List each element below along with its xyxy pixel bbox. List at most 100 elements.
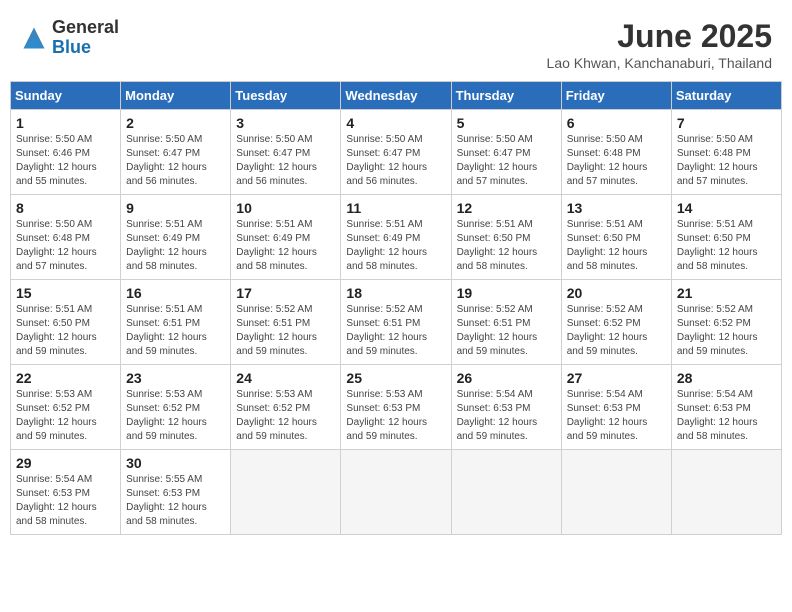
day-info-9: Sunrise: 5:51 AMSunset: 6:49 PMDaylight:…	[126, 218, 225, 274]
day-number-23: 23	[126, 370, 225, 386]
logo: General Blue	[20, 18, 119, 58]
day-number-6: 6	[567, 115, 666, 131]
day-number-11: 11	[346, 200, 445, 216]
header-wednesday: Wednesday	[341, 82, 451, 110]
day-number-24: 24	[236, 370, 335, 386]
day-cell-27: 27Sunrise: 5:54 AMSunset: 6:53 PMDayligh…	[561, 365, 671, 450]
day-number-21: 21	[677, 285, 776, 301]
day-cell-20: 20 Sunrise: 5:52 AMSunset: 6:52 PMDayligh…	[561, 280, 671, 365]
day-cell-null	[671, 450, 781, 535]
day-cell-18: 18Sunrise: 5:52 AMSunset: 6:51 PMDayligh…	[341, 280, 451, 365]
day-number-29: 29	[16, 455, 115, 471]
day-cell-null	[451, 450, 561, 535]
logo-blue: Blue	[52, 38, 119, 58]
calendar-body: 1 Sunrise: 5:50 AMSunset: 6:46 PMDaylight…	[11, 110, 782, 535]
day-cell-null	[341, 450, 451, 535]
day-info-8: Sunrise: 5:50 AMSunset: 6:48 PMDaylight:…	[16, 218, 115, 274]
day-info-1: Sunrise: 5:50 AMSunset: 6:46 PMDaylight:…	[16, 133, 115, 189]
logo-general: General	[52, 18, 119, 38]
day-number-22: 22	[16, 370, 115, 386]
day-cell-14: 14Sunrise: 5:51 AMSunset: 6:50 PMDayligh…	[671, 195, 781, 280]
day-info-7: Sunrise: 5:50 AMSunset: 6:48 PMDaylight:…	[677, 133, 776, 189]
day-cell-8: 8 Sunrise: 5:50 AMSunset: 6:48 PMDaylight…	[11, 195, 121, 280]
day-cell-10: 10 Sunrise: 5:51 AMSunset: 6:49 PMDayligh…	[231, 195, 341, 280]
day-cell-26: 26 Sunrise: 5:54 AMSunset: 6:53 PMDayligh…	[451, 365, 561, 450]
header-saturday: Saturday	[671, 82, 781, 110]
day-info-11: Sunrise: 5:51 AMSunset: 6:49 PMDaylight:…	[346, 218, 445, 274]
day-number-5: 5	[457, 115, 556, 131]
day-info-18: Sunrise: 5:52 AMSunset: 6:51 PMDaylight:…	[346, 303, 445, 359]
day-cell-30: 30 Sunrise: 5:55 AMSunset: 6:53 PMDayligh…	[121, 450, 231, 535]
calendar: Sunday Monday Tuesday Wednesday Thursday…	[10, 81, 782, 535]
day-cell-2: 2Sunrise: 5:50 AMSunset: 6:47 PMDaylight…	[121, 110, 231, 195]
day-cell-12: 12 Sunrise: 5:51 AMSunset: 6:50 PMDayligh…	[451, 195, 561, 280]
day-number-7: 7	[677, 115, 776, 131]
day-cell-null	[231, 450, 341, 535]
subtitle: Lao Khwan, Kanchanaburi, Thailand	[547, 55, 772, 71]
day-info-15: Sunrise: 5:51 AMSunset: 6:50 PMDaylight:…	[16, 303, 115, 359]
day-number-17: 17	[236, 285, 335, 301]
day-info-16: Sunrise: 5:51 AMSunset: 6:51 PMDaylight:…	[126, 303, 225, 359]
day-cell-16: 16 Sunrise: 5:51 AMSunset: 6:51 PMDayligh…	[121, 280, 231, 365]
week-row-4: 22 Sunrise: 5:53 AMSunset: 6:52 PMDayligh…	[11, 365, 782, 450]
day-number-1: 1	[16, 115, 115, 131]
header-thursday: Thursday	[451, 82, 561, 110]
day-number-13: 13	[567, 200, 666, 216]
day-info-21: Sunrise: 5:52 AMSunset: 6:52 PMDaylight:…	[677, 303, 776, 359]
day-number-28: 28	[677, 370, 776, 386]
day-cell-21: 21 Sunrise: 5:52 AMSunset: 6:52 PMDayligh…	[671, 280, 781, 365]
day-cell-1: 1 Sunrise: 5:50 AMSunset: 6:46 PMDaylight…	[11, 110, 121, 195]
day-info-4: Sunrise: 5:50 AMSunset: 6:47 PMDaylight:…	[346, 133, 445, 189]
day-cell-11: 11 Sunrise: 5:51 AMSunset: 6:49 PMDayligh…	[341, 195, 451, 280]
day-cell-13: 13 Sunrise: 5:51 AMSunset: 6:50 PMDayligh…	[561, 195, 671, 280]
day-cell-4: 4Sunrise: 5:50 AMSunset: 6:47 PMDaylight…	[341, 110, 451, 195]
logo-text: General Blue	[52, 18, 119, 58]
calendar-header: Sunday Monday Tuesday Wednesday Thursday…	[11, 82, 782, 110]
day-info-13: Sunrise: 5:51 AMSunset: 6:50 PMDaylight:…	[567, 218, 666, 274]
day-number-8: 8	[16, 200, 115, 216]
day-cell-6: 6 Sunrise: 5:50 AMSunset: 6:48 PMDaylight…	[561, 110, 671, 195]
week-row-2: 8 Sunrise: 5:50 AMSunset: 6:48 PMDaylight…	[11, 195, 782, 280]
day-cell-3: 3 Sunrise: 5:50 AMSunset: 6:47 PMDaylight…	[231, 110, 341, 195]
title-area: June 2025 Lao Khwan, Kanchanaburi, Thail…	[547, 18, 772, 71]
day-number-10: 10	[236, 200, 335, 216]
week-row-5: 29 Sunrise: 5:54 AMSunset: 6:53 PMDayligh…	[11, 450, 782, 535]
day-cell-23: 23Sunrise: 5:53 AMSunset: 6:52 PMDayligh…	[121, 365, 231, 450]
day-info-28: Sunrise: 5:54 AMSunset: 6:53 PMDaylight:…	[677, 388, 776, 444]
day-info-20: Sunrise: 5:52 AMSunset: 6:52 PMDaylight:…	[567, 303, 666, 359]
day-number-27: 27	[567, 370, 666, 386]
day-number-3: 3	[236, 115, 335, 131]
day-info-5: Sunrise: 5:50 AMSunset: 6:47 PMDaylight:…	[457, 133, 556, 189]
logo-icon	[20, 24, 48, 52]
weekday-header-row: Sunday Monday Tuesday Wednesday Thursday…	[11, 82, 782, 110]
day-info-22: Sunrise: 5:53 AMSunset: 6:52 PMDaylight:…	[16, 388, 115, 444]
day-info-10: Sunrise: 5:51 AMSunset: 6:49 PMDaylight:…	[236, 218, 335, 274]
day-number-30: 30	[126, 455, 225, 471]
week-row-1: 1 Sunrise: 5:50 AMSunset: 6:46 PMDaylight…	[11, 110, 782, 195]
day-info-3: Sunrise: 5:50 AMSunset: 6:47 PMDaylight:…	[236, 133, 335, 189]
day-cell-25: 25Sunrise: 5:53 AMSunset: 6:53 PMDayligh…	[341, 365, 451, 450]
day-cell-15: 15Sunrise: 5:51 AMSunset: 6:50 PMDayligh…	[11, 280, 121, 365]
day-number-26: 26	[457, 370, 556, 386]
week-row-3: 15Sunrise: 5:51 AMSunset: 6:50 PMDayligh…	[11, 280, 782, 365]
header-friday: Friday	[561, 82, 671, 110]
day-number-12: 12	[457, 200, 556, 216]
day-number-19: 19	[457, 285, 556, 301]
day-info-25: Sunrise: 5:53 AMSunset: 6:53 PMDaylight:…	[346, 388, 445, 444]
header-tuesday: Tuesday	[231, 82, 341, 110]
day-cell-24: 24 Sunrise: 5:53 AMSunset: 6:52 PMDayligh…	[231, 365, 341, 450]
day-info-29: Sunrise: 5:54 AMSunset: 6:53 PMDaylight:…	[16, 473, 115, 529]
day-number-16: 16	[126, 285, 225, 301]
day-cell-19: 19Sunrise: 5:52 AMSunset: 6:51 PMDayligh…	[451, 280, 561, 365]
day-number-20: 20	[567, 285, 666, 301]
day-info-30: Sunrise: 5:55 AMSunset: 6:53 PMDaylight:…	[126, 473, 225, 529]
day-cell-22: 22 Sunrise: 5:53 AMSunset: 6:52 PMDayligh…	[11, 365, 121, 450]
header-monday: Monday	[121, 82, 231, 110]
day-info-6: Sunrise: 5:50 AMSunset: 6:48 PMDaylight:…	[567, 133, 666, 189]
day-info-26: Sunrise: 5:54 AMSunset: 6:53 PMDaylight:…	[457, 388, 556, 444]
day-number-9: 9	[126, 200, 225, 216]
day-info-24: Sunrise: 5:53 AMSunset: 6:52 PMDaylight:…	[236, 388, 335, 444]
day-cell-28: 28 Sunrise: 5:54 AMSunset: 6:53 PMDayligh…	[671, 365, 781, 450]
day-cell-9: 9 Sunrise: 5:51 AMSunset: 6:49 PMDaylight…	[121, 195, 231, 280]
day-info-12: Sunrise: 5:51 AMSunset: 6:50 PMDaylight:…	[457, 218, 556, 274]
